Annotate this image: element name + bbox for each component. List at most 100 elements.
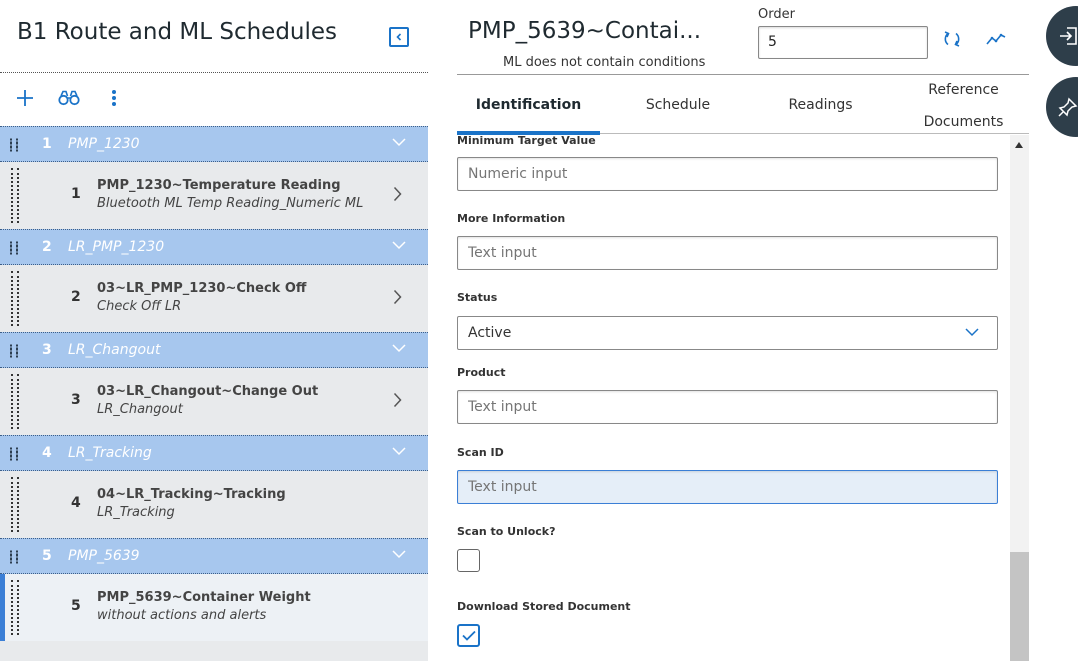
status-label: Status <box>457 291 498 304</box>
download-doc-label: Download Stored Document <box>457 600 631 613</box>
plus-icon <box>17 90 33 106</box>
drag-handle-icon[interactable] <box>11 168 19 223</box>
group-header[interactable]: 2 LR_PMP_1230 <box>0 229 428 265</box>
order-label: Order <box>758 7 795 22</box>
tab-label-line1: Reference <box>928 82 999 98</box>
tab-label-line2: Documents <box>923 114 1004 130</box>
status-value: Active <box>468 325 512 341</box>
item-title: 03~LR_Changout~Change Out <box>97 384 319 399</box>
drag-handle-icon[interactable] <box>11 271 19 326</box>
list-item[interactable]: 2 03~LR_PMP_1230~Check Off Check Off LR <box>0 265 428 332</box>
group-number: 5 <box>42 548 52 564</box>
tab-readings[interactable]: Readings <box>749 76 892 134</box>
tab-schedule[interactable]: Schedule <box>607 76 749 134</box>
scan-unlock-checkbox[interactable] <box>457 549 480 572</box>
min-target-input[interactable] <box>457 157 998 191</box>
scroll-up-arrow-icon[interactable] <box>1015 142 1023 148</box>
list-item[interactable]: 1 PMP_1230~Temperature Reading Bluetooth… <box>0 162 428 229</box>
add-button[interactable] <box>13 86 37 110</box>
scan-id-input[interactable] <box>457 470 998 504</box>
group-header[interactable]: 3 LR_Changout <box>0 332 428 368</box>
group-name: PMP_1230 <box>68 136 140 152</box>
chevron-down-icon[interactable] <box>392 137 406 147</box>
list-item[interactable]: 4 04~LR_Tracking~Tracking LR_Tracking <box>0 471 428 538</box>
item-subtitle: Bluetooth ML Temp Reading_Numeric ML <box>97 196 364 211</box>
pin-icon <box>1058 97 1078 117</box>
item-number: 1 <box>71 186 81 202</box>
product-label: Product <box>457 366 506 379</box>
drag-handle-icon[interactable] <box>10 550 18 563</box>
group-name: LR_PMP_1230 <box>68 239 165 255</box>
chevron-right-icon <box>393 186 402 202</box>
min-target-label: Minimum Target Value <box>457 135 596 147</box>
list-item[interactable]: 3 03~LR_Changout~Change Out LR_Changout <box>0 368 428 435</box>
chevron-down-icon[interactable] <box>392 446 406 456</box>
drag-handle-icon[interactable] <box>11 477 19 532</box>
rail-login-button[interactable] <box>1046 6 1078 66</box>
route-list-panel: B1 Route and ML Schedules 1 PMP_1230 1 P… <box>0 0 428 661</box>
more-info-label: More Information <box>457 212 566 225</box>
rail-pin-button[interactable] <box>1046 77 1078 137</box>
group-header[interactable]: 1 PMP_1230 <box>0 126 428 162</box>
group-header[interactable]: 5 PMP_5639 <box>0 538 428 574</box>
item-subtitle: without actions and alerts <box>97 608 267 623</box>
find-button[interactable] <box>57 86 81 110</box>
drag-handle-icon[interactable] <box>11 580 19 635</box>
item-number: 2 <box>71 289 81 305</box>
checkmark-icon <box>461 630 476 641</box>
drag-handle-icon[interactable] <box>10 138 18 151</box>
more-button[interactable] <box>102 86 126 110</box>
chevron-left-icon <box>396 33 402 41</box>
list-item-selected[interactable]: 5 PMP_5639~Container Weight without acti… <box>0 574 428 641</box>
kebab-icon <box>112 90 116 106</box>
group-number: 2 <box>42 239 52 255</box>
refresh-button[interactable] <box>941 28 963 50</box>
identification-form: Minimum Target Value More Information St… <box>457 135 1010 661</box>
collapse-panel-button[interactable] <box>389 27 409 47</box>
item-subtitle: Check Off LR <box>97 299 182 314</box>
item-title: PMP_1230~Temperature Reading <box>97 178 341 193</box>
item-subtitle: LR_Changout <box>97 402 183 417</box>
item-number: 3 <box>71 392 81 408</box>
group-name: PMP_5639 <box>68 548 140 564</box>
form-scrollbar[interactable] <box>1010 135 1029 661</box>
product-input[interactable] <box>457 390 998 424</box>
trend-button[interactable] <box>985 28 1007 50</box>
scrollbar-thumb[interactable] <box>1010 552 1029 661</box>
route-list-header: B1 Route and ML Schedules <box>0 0 428 126</box>
record-subtitle: ML does not contain conditions <box>503 55 706 70</box>
header-divider <box>457 74 1029 75</box>
drag-handle-icon[interactable] <box>10 344 18 357</box>
tab-reference-documents[interactable]: Reference Documents <box>892 76 1035 134</box>
refresh-icon <box>944 31 960 47</box>
sign-in-icon <box>1060 27 1077 45</box>
order-field[interactable]: 5 <box>758 26 928 59</box>
drag-handle-icon[interactable] <box>10 241 18 254</box>
tab-bar: Identification Schedule Readings Referen… <box>457 76 1029 135</box>
scan-unlock-label: Scan to Unlock? <box>457 525 556 538</box>
drag-handle-icon[interactable] <box>10 447 18 460</box>
item-subtitle: LR_Tracking <box>97 505 175 520</box>
more-info-input[interactable] <box>457 236 998 270</box>
chevron-down-icon[interactable] <box>392 240 406 250</box>
detail-panel: PMP_5639~Contai... ML does not contain c… <box>428 0 1078 661</box>
chevron-right-icon <box>393 289 402 305</box>
group-number: 4 <box>42 445 52 461</box>
status-select[interactable]: Active <box>457 316 998 350</box>
item-title: 03~LR_PMP_1230~Check Off <box>97 281 307 296</box>
header-divider <box>0 72 428 73</box>
group-name: LR_Changout <box>68 342 161 358</box>
item-title: 04~LR_Tracking~Tracking <box>97 487 286 502</box>
download-doc-checkbox[interactable] <box>457 624 480 647</box>
record-title: PMP_5639~Contai... <box>468 18 702 44</box>
tab-identification[interactable]: Identification <box>457 76 600 135</box>
drag-handle-icon[interactable] <box>11 374 19 429</box>
group-header[interactable]: 4 LR_Tracking <box>0 435 428 471</box>
item-number: 5 <box>71 598 81 614</box>
chevron-down-icon[interactable] <box>392 343 406 353</box>
group-name: LR_Tracking <box>68 445 152 461</box>
chevron-down-icon[interactable] <box>392 549 406 559</box>
group-number: 3 <box>42 342 52 358</box>
chevron-down-icon <box>965 328 979 337</box>
route-list: 1 PMP_1230 1 PMP_1230~Temperature Readin… <box>0 126 428 641</box>
